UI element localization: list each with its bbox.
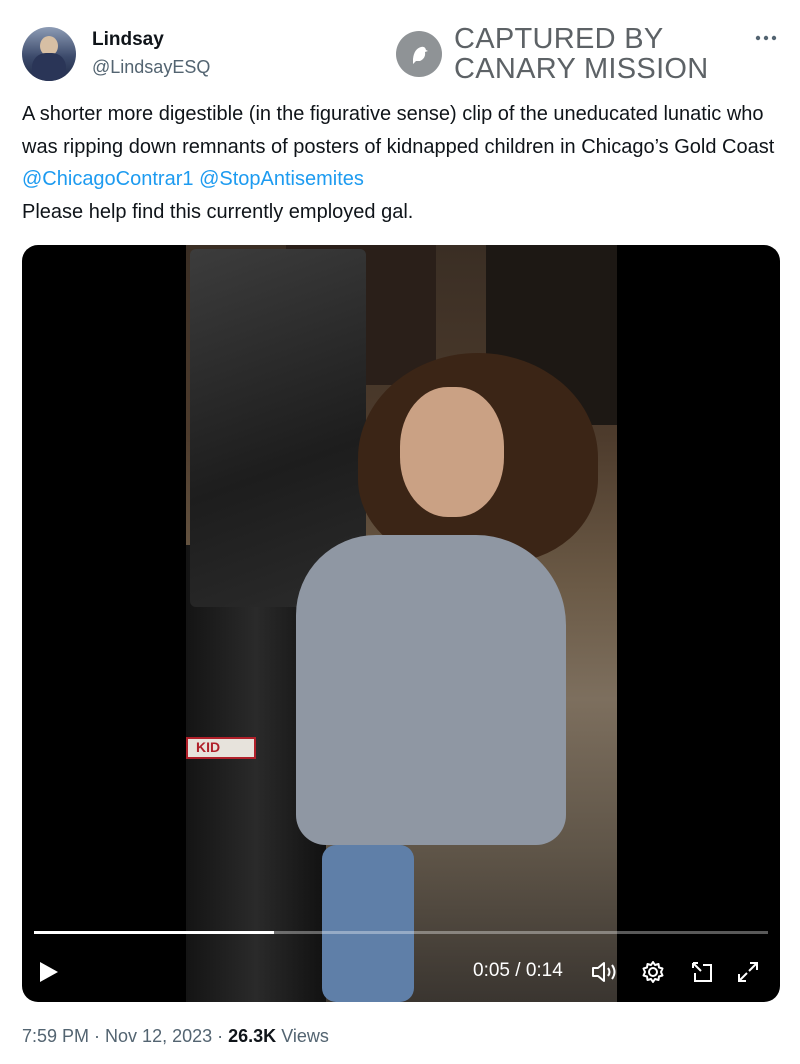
tweet-date[interactable]: Nov 12, 2023 [105, 1026, 212, 1046]
avatar-body [32, 53, 66, 81]
watermark-line-1: CAPTURED BY [454, 23, 664, 55]
play-icon [40, 962, 58, 982]
video-player[interactable]: KID 0:05 / 0:14 [22, 245, 780, 1002]
fullscreen-button[interactable] [735, 951, 761, 993]
watermark-line-2: CANARY MISSION [454, 53, 709, 85]
mention-link[interactable]: @ChicagoContrar1 [22, 168, 194, 190]
tweet-metadata: 7:59 PM · Nov 12, 2023 · 26.3K Views [22, 1026, 329, 1047]
meta-separator: · [212, 1026, 229, 1046]
video-frame: KID [186, 245, 617, 1002]
person-face [400, 387, 504, 517]
poster-remnant: KID [186, 737, 256, 759]
video-time: 0:05 / 0:14 [473, 960, 563, 981]
settings-button[interactable] [640, 951, 666, 993]
meta-separator: · [89, 1026, 106, 1046]
person-coat [296, 535, 566, 845]
gear-icon [642, 961, 664, 983]
picture-in-picture-button[interactable] [689, 951, 715, 993]
volume-button[interactable] [590, 951, 620, 993]
canary-logo-icon [396, 31, 442, 77]
picture-in-picture-icon [692, 962, 712, 982]
author-handle[interactable]: @LindsayESQ [92, 57, 210, 78]
more-options-icon[interactable] [752, 28, 780, 48]
poster-remnant-text: KID [196, 739, 221, 755]
views-label: Views [281, 1026, 329, 1046]
author-display-name[interactable]: Lindsay [92, 29, 164, 51]
volume-icon [592, 962, 616, 982]
tweet-text: A shorter more digestible (in the figura… [22, 98, 782, 228]
avatar[interactable] [22, 27, 76, 81]
tweet-text-segment: Please help find this currently employed… [22, 200, 414, 223]
tweet-time[interactable]: 7:59 PM [22, 1026, 89, 1046]
tote-bag [322, 845, 414, 1002]
tweet-text-segment: A shorter more digestible (in the figura… [22, 103, 775, 158]
watermark: CAPTURED BY CANARY MISSION [396, 24, 709, 84]
mention-link[interactable]: @StopAntisemites [199, 168, 364, 190]
video-progress-bar[interactable] [34, 931, 768, 934]
play-button[interactable] [38, 951, 70, 993]
views-count: 26.3K [228, 1026, 277, 1046]
video-progress-fill [34, 931, 275, 934]
fullscreen-icon [738, 962, 758, 982]
